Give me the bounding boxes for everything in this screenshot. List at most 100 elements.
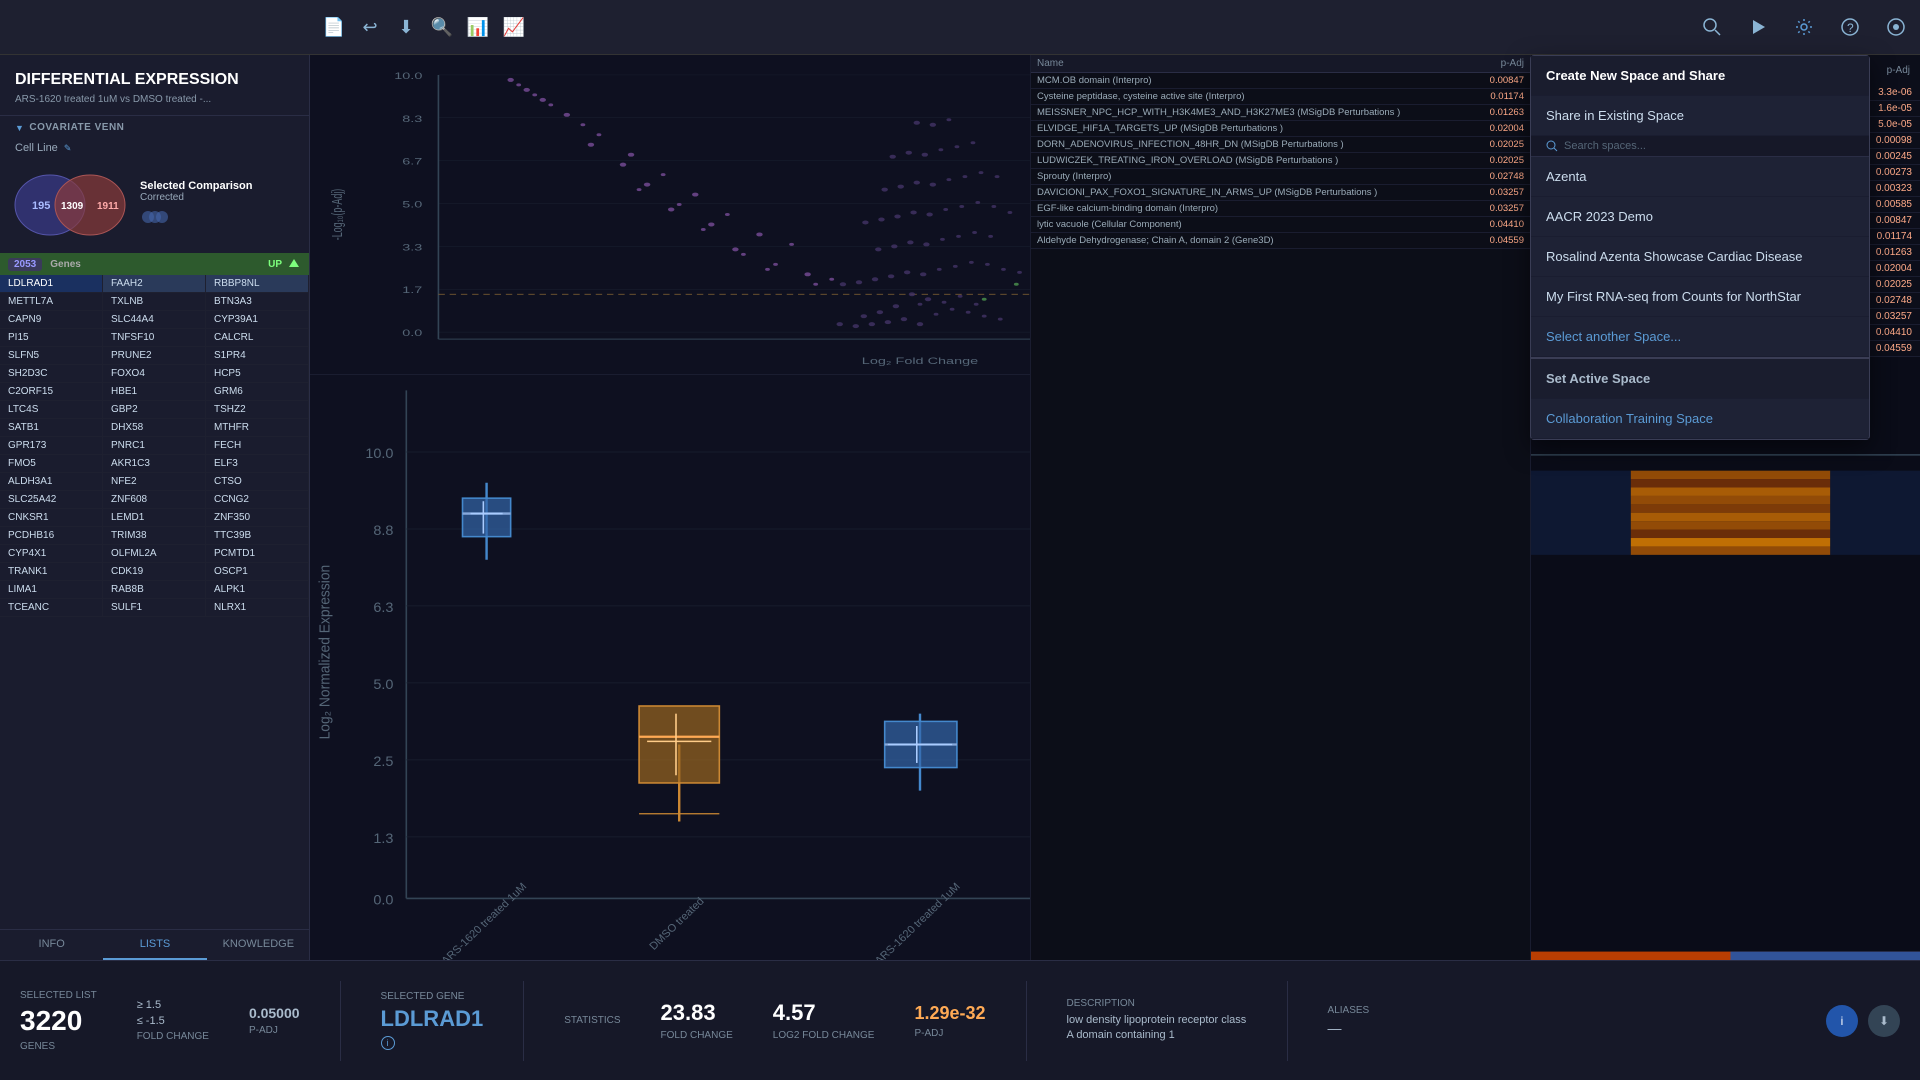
- table-row[interactable]: SH2D3C FOXO4 HCP5: [0, 365, 309, 383]
- tab-info[interactable]: INFO: [0, 930, 103, 960]
- gene-cell[interactable]: ALPK1: [206, 581, 309, 598]
- space-rosalind[interactable]: Rosalind Azenta Showcase Cardiac Disease: [1531, 237, 1869, 277]
- gene-cell[interactable]: CDK19: [103, 563, 206, 580]
- tab-lists[interactable]: LISTS: [103, 930, 206, 960]
- table-row[interactable]: PCDHB16 TRIM38 TTC39B: [0, 527, 309, 545]
- gene-cell[interactable]: SLFN5: [0, 347, 103, 364]
- table-row[interactable]: FMO5 AKR1C3 ELF3: [0, 455, 309, 473]
- chart-icon[interactable]: 📊: [464, 13, 492, 41]
- gene-cell[interactable]: AKR1C3: [103, 455, 206, 472]
- knowledge-row[interactable]: Sprouty (Interpro) 0.02748: [1031, 169, 1530, 185]
- create-new-space-item[interactable]: Create New Space and Share: [1531, 56, 1869, 96]
- gene-cell[interactable]: GRM6: [206, 383, 309, 400]
- gene-cell[interactable]: FECH: [206, 437, 309, 454]
- gene-cell[interactable]: SLC44A4: [103, 311, 206, 328]
- knowledge-row[interactable]: DAVICIONI_PAX_FOXO1_SIGNATURE_IN_ARMS_UP…: [1031, 185, 1530, 201]
- table-row[interactable]: LDLRAD1 FAAH2 RBBP8NL: [0, 275, 309, 293]
- gene-cell[interactable]: CAPN9: [0, 311, 103, 328]
- file-icon[interactable]: 📄: [320, 13, 348, 41]
- gene-cell[interactable]: ZNF350: [206, 509, 309, 526]
- gene-cell[interactable]: PI15: [0, 329, 103, 346]
- gene-cell[interactable]: CYP4X1: [0, 545, 103, 562]
- knowledge-row[interactable]: DORN_ADENOVIRUS_INFECTION_48HR_DN (MSigD…: [1031, 137, 1530, 153]
- gene-cell[interactable]: LIMA1: [0, 581, 103, 598]
- gene-cell[interactable]: NFE2: [103, 473, 206, 490]
- space-azenta[interactable]: Azenta: [1531, 157, 1869, 197]
- gene-cell[interactable]: TNFSF10: [103, 329, 206, 346]
- knowledge-row[interactable]: MEISSNER_NPC_HCP_WITH_H3K4ME3_AND_H3K27M…: [1031, 105, 1530, 121]
- gene-cell[interactable]: CALCRL: [206, 329, 309, 346]
- undo-icon[interactable]: ↩: [356, 13, 384, 41]
- settings-icon[interactable]: [1882, 13, 1910, 41]
- gene-cell[interactable]: PRUNE2: [103, 347, 206, 364]
- gear-icon[interactable]: [1790, 13, 1818, 41]
- gene-cell[interactable]: HCP5: [206, 365, 309, 382]
- filter-edit-icon[interactable]: ✎: [64, 143, 72, 154]
- gene-cell[interactable]: LDLRAD1: [0, 275, 103, 292]
- gene-cell[interactable]: HBE1: [103, 383, 206, 400]
- gene-cell[interactable]: LTC4S: [0, 401, 103, 418]
- table-row[interactable]: PI15 TNFSF10 CALCRL: [0, 329, 309, 347]
- knowledge-row[interactable]: ELVIDGE_HIF1A_TARGETS_UP (MSigDB Perturb…: [1031, 121, 1530, 137]
- gene-cell[interactable]: OLFML2A: [103, 545, 206, 562]
- gene-cell[interactable]: FAAH2: [103, 275, 206, 292]
- gene-cell[interactable]: TRIM38: [103, 527, 206, 544]
- share-existing-space-item[interactable]: Share in Existing Space: [1531, 96, 1869, 136]
- gene-cell[interactable]: GPR173: [0, 437, 103, 454]
- knowledge-row[interactable]: Cysteine peptidase, cysteine active site…: [1031, 89, 1530, 105]
- gene-cell[interactable]: RBBP8NL: [206, 275, 309, 292]
- knowledge-row[interactable]: lytic vacuole (Cellular Component) 0.044…: [1031, 217, 1530, 233]
- select-another-space[interactable]: Select another Space...: [1531, 317, 1869, 357]
- gene-cell[interactable]: NLRX1: [206, 599, 309, 616]
- table-row[interactable]: SLFN5 PRUNE2 S1PR4: [0, 347, 309, 365]
- tab-knowledge[interactable]: KNOWLEDGE: [207, 930, 310, 960]
- graph-icon[interactable]: 📈: [500, 13, 528, 41]
- zoom-icon[interactable]: 🔍: [428, 13, 456, 41]
- help-icon[interactable]: ?: [1836, 13, 1864, 41]
- gene-cell[interactable]: GBP2: [103, 401, 206, 418]
- table-row[interactable]: LIMA1 RAB8B ALPK1: [0, 581, 309, 599]
- table-row[interactable]: SLC25A42 ZNF608 CCNG2: [0, 491, 309, 509]
- gene-cell[interactable]: TSHZ2: [206, 401, 309, 418]
- gene-cell[interactable]: METTL7A: [0, 293, 103, 310]
- gene-cell[interactable]: SH2D3C: [0, 365, 103, 382]
- gene-cell[interactable]: OSCP1: [206, 563, 309, 580]
- gene-cell[interactable]: TCEANC: [0, 599, 103, 616]
- gene-cell[interactable]: PNRC1: [103, 437, 206, 454]
- gene-cell[interactable]: S1PR4: [206, 347, 309, 364]
- gene-cell[interactable]: CTSO: [206, 473, 309, 490]
- table-row[interactable]: CAPN9 SLC44A4 CYP39A1: [0, 311, 309, 329]
- table-row[interactable]: GPR173 PNRC1 FECH: [0, 437, 309, 455]
- table-row[interactable]: SATB1 DHX58 MTHFR: [0, 419, 309, 437]
- knowledge-row[interactable]: EGF-like calcium-binding domain (Interpr…: [1031, 201, 1530, 217]
- search-toolbar-icon[interactable]: [1698, 13, 1726, 41]
- table-row[interactable]: ALDH3A1 NFE2 CTSO: [0, 473, 309, 491]
- gene-cell[interactable]: SLC25A42: [0, 491, 103, 508]
- gene-cell[interactable]: CCNG2: [206, 491, 309, 508]
- gene-cell[interactable]: PCDHB16: [0, 527, 103, 544]
- collaboration-space-item[interactable]: Collaboration Training Space: [1531, 399, 1869, 439]
- info-circle-icon[interactable]: i: [1826, 1005, 1858, 1037]
- knowledge-row[interactable]: LUDWICZEK_TREATING_IRON_OVERLOAD (MSigDB…: [1031, 153, 1530, 169]
- gene-cell[interactable]: FOXO4: [103, 365, 206, 382]
- gene-cell[interactable]: MTHFR: [206, 419, 309, 436]
- download-circle-icon[interactable]: ⬇: [1868, 1005, 1900, 1037]
- gene-cell[interactable]: LEMD1: [103, 509, 206, 526]
- table-row[interactable]: CYP4X1 OLFML2A PCMTD1: [0, 545, 309, 563]
- gene-cell[interactable]: ELF3: [206, 455, 309, 472]
- set-active-space-item[interactable]: Set Active Space: [1531, 357, 1869, 399]
- gene-cell[interactable]: ALDH3A1: [0, 473, 103, 490]
- download-icon[interactable]: ⬇: [392, 13, 420, 41]
- table-row[interactable]: CNKSR1 LEMD1 ZNF350: [0, 509, 309, 527]
- play-icon[interactable]: [1744, 13, 1772, 41]
- gene-cell[interactable]: CNKSR1: [0, 509, 103, 526]
- gene-cell[interactable]: SULF1: [103, 599, 206, 616]
- knowledge-row[interactable]: MCM.OB domain (Interpro) 0.00847: [1031, 73, 1530, 89]
- gene-cell[interactable]: C2ORF15: [0, 383, 103, 400]
- gene-cell[interactable]: SATB1: [0, 419, 103, 436]
- gene-cell[interactable]: RAB8B: [103, 581, 206, 598]
- table-row[interactable]: LTC4S GBP2 TSHZ2: [0, 401, 309, 419]
- gene-cell[interactable]: TTC39B: [206, 527, 309, 544]
- gene-cell[interactable]: TXLNB: [103, 293, 206, 310]
- gene-cell[interactable]: CYP39A1: [206, 311, 309, 328]
